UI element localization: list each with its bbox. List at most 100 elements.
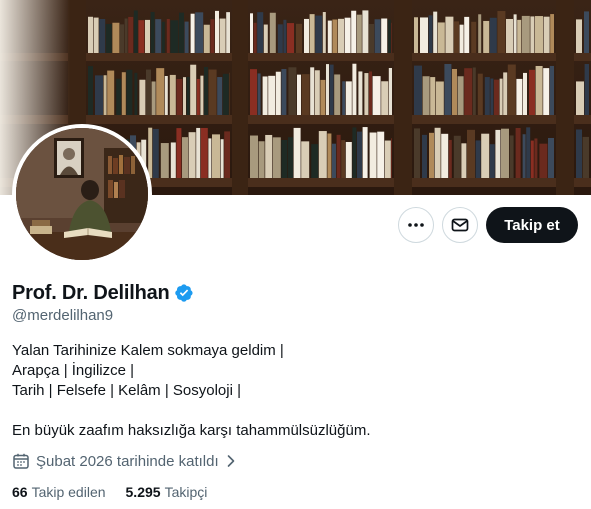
banner-book-spine bbox=[372, 76, 381, 115]
banner-book-spine bbox=[107, 70, 115, 115]
banner-book-spine bbox=[257, 12, 264, 53]
banner-book-spine bbox=[472, 67, 476, 115]
banner-book-spine bbox=[105, 23, 112, 53]
banner-book-spine bbox=[434, 127, 441, 178]
following-count: 66 bbox=[12, 484, 28, 500]
banner-book-spine bbox=[464, 68, 473, 115]
banner-book-spine bbox=[445, 16, 454, 53]
banner-book-spine bbox=[190, 13, 195, 53]
banner-book-spine bbox=[320, 79, 326, 115]
banner-book-spine bbox=[467, 129, 475, 178]
bio-line bbox=[12, 401, 371, 421]
banner-book-spine bbox=[495, 129, 501, 178]
bio-line: Tarih | Felsefe | Kelâm | Sosyoloji | bbox=[12, 382, 242, 399]
banner-book-spine bbox=[384, 140, 391, 178]
banner-book-spine bbox=[155, 19, 162, 54]
avatar-image bbox=[16, 128, 148, 260]
banner-book-spine bbox=[88, 16, 93, 53]
banner-book-spine bbox=[253, 22, 257, 53]
verified-badge-icon[interactable] bbox=[174, 283, 194, 303]
banner-book-spine bbox=[435, 81, 444, 115]
more-options-button[interactable] bbox=[398, 207, 434, 243]
banner-book-spine bbox=[506, 18, 513, 53]
message-button[interactable] bbox=[442, 207, 478, 243]
banner-book-spine bbox=[381, 81, 389, 115]
banner-book-spine bbox=[250, 69, 257, 115]
banner-book-spine bbox=[265, 134, 273, 178]
banner-book-spine bbox=[356, 14, 362, 53]
avatar[interactable] bbox=[12, 124, 152, 264]
banner-book-spine bbox=[478, 14, 482, 53]
banner-book-spine bbox=[277, 24, 283, 53]
banner-book-spine bbox=[535, 16, 543, 53]
banner-book-spine bbox=[513, 14, 517, 54]
banner-book-spine bbox=[121, 72, 126, 115]
banner-book-spine bbox=[381, 18, 388, 53]
banner-book-spine bbox=[169, 74, 176, 115]
banner-book-spine bbox=[526, 127, 531, 178]
banner-book-spine bbox=[342, 81, 346, 115]
bio-line: Arapça | İngilizce | bbox=[12, 362, 135, 379]
banner-book-spine bbox=[422, 134, 427, 178]
banner-book-spine bbox=[369, 71, 372, 115]
banner-book-spine bbox=[220, 139, 224, 178]
banner-book-spine bbox=[148, 127, 153, 178]
banner-book-spine bbox=[170, 20, 179, 53]
banner-book-spine bbox=[477, 73, 483, 115]
banner-book-spine bbox=[250, 13, 253, 53]
banner-book-spine bbox=[190, 64, 197, 115]
banner-book-spine bbox=[548, 137, 554, 178]
banner-book-spine bbox=[490, 78, 494, 115]
banner-book-spine bbox=[152, 128, 159, 178]
banner-book-spine bbox=[516, 78, 523, 115]
banner-book-spine bbox=[448, 139, 452, 178]
banner-book-spine bbox=[116, 78, 122, 115]
banner-book-spine bbox=[364, 73, 369, 115]
banner-book-spine bbox=[124, 18, 128, 53]
banner-book-spine bbox=[182, 137, 188, 178]
banner-book-spine bbox=[515, 127, 521, 178]
banner-book-spine bbox=[576, 129, 582, 178]
banner-book-spine bbox=[357, 131, 362, 178]
banner-book-spine bbox=[457, 76, 464, 115]
banner-book-spine bbox=[150, 11, 155, 54]
banner-book-spine bbox=[288, 67, 297, 115]
banner-book-spine bbox=[329, 64, 334, 115]
banner-book-spine bbox=[338, 18, 344, 53]
more-horizontal-icon bbox=[408, 223, 424, 227]
banner-book-spine bbox=[530, 140, 534, 178]
banner-book-spine bbox=[262, 76, 268, 115]
joined-date[interactable]: Şubat 2026 tarihinde katıldı bbox=[12, 451, 237, 471]
banner-book-spine bbox=[351, 10, 357, 54]
banner-book-spine bbox=[151, 81, 156, 115]
banner-book-spine bbox=[184, 21, 189, 53]
followers-link[interactable]: 5.295 Takipçi bbox=[126, 484, 208, 500]
banner-book-spine bbox=[275, 71, 281, 115]
banner-book-spine bbox=[352, 127, 357, 178]
banner-book-spine bbox=[521, 15, 530, 53]
banner-book-spine bbox=[327, 133, 332, 178]
banner-book-spine bbox=[269, 12, 276, 53]
banner-book-spine bbox=[441, 133, 449, 178]
following-link[interactable]: 66 Takip edilen bbox=[12, 484, 106, 500]
mail-icon bbox=[451, 218, 469, 232]
banner-book-spine bbox=[523, 72, 527, 115]
banner-book-spine bbox=[268, 75, 276, 115]
banner-book-spine bbox=[387, 19, 391, 53]
banner-book-spine bbox=[120, 24, 124, 53]
banner-book-spine bbox=[156, 68, 165, 115]
banner-book-spine bbox=[481, 133, 490, 178]
banner-book-spine bbox=[229, 72, 230, 115]
banner-book-spine bbox=[503, 72, 508, 115]
banner-book-spine bbox=[301, 141, 310, 178]
banner-book-spine bbox=[341, 140, 346, 178]
banner-book-spine bbox=[133, 10, 138, 54]
banner-book-spine bbox=[176, 78, 183, 115]
banner-book-spine bbox=[362, 127, 368, 178]
follow-button[interactable]: Takip et bbox=[486, 207, 578, 243]
followers-label: Takipçi bbox=[164, 484, 208, 500]
banner-book-spine bbox=[369, 23, 374, 53]
bio: Yalan Tarihinize Kalem sokmaya geldim | … bbox=[12, 341, 371, 441]
calendar-icon bbox=[13, 453, 29, 469]
banner-book-spine bbox=[517, 19, 522, 53]
